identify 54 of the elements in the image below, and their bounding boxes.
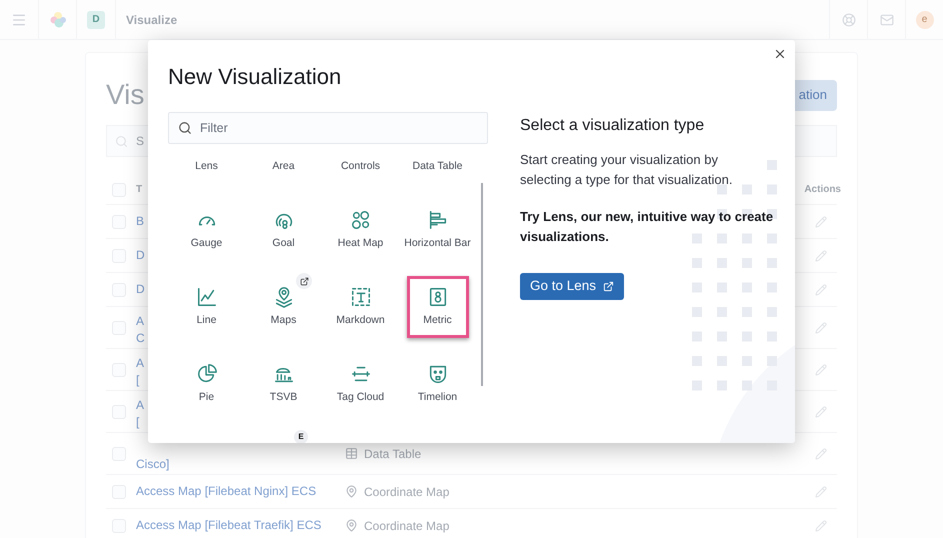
scrollbar[interactable]: [481, 183, 483, 386]
type-label: Coordinate Map: [364, 518, 450, 534]
edit-icon[interactable]: [815, 406, 827, 418]
search-icon: [115, 134, 128, 148]
visualization-type-card[interactable]: Horizontal Bar: [400, 198, 476, 260]
column-header: Actions: [804, 183, 841, 197]
edit-icon[interactable]: [815, 486, 827, 498]
search-placeholder: S: [136, 133, 144, 150]
mail-icon[interactable]: [880, 12, 894, 26]
visualization-type-card[interactable]: Area: [246, 144, 322, 184]
filter-field[interactable]: Filter: [168, 112, 488, 144]
help-icon[interactable]: [842, 12, 856, 26]
visualization-type-card[interactable]: Controls: [322, 144, 398, 184]
pie-chart-icon: [196, 363, 218, 385]
line-chart-icon: [196, 286, 218, 308]
edit-icon[interactable]: [815, 364, 827, 376]
page-heading: Vis: [106, 78, 144, 112]
edit-icon[interactable]: [815, 250, 827, 262]
visualization-type-card[interactable]: Data Table: [400, 144, 476, 184]
visualization-type-card[interactable]: Tag Cloud: [322, 352, 398, 414]
edit-icon[interactable]: [815, 448, 827, 460]
modal-title: New Visualization: [168, 64, 342, 90]
visualization-type-card[interactable]: Line: [168, 276, 244, 338]
type-label: Data Table: [364, 446, 422, 462]
visualization-type-card[interactable]: Markdown: [322, 276, 398, 338]
edit-icon[interactable]: [815, 520, 827, 532]
visualization-type-card[interactable]: Gauge: [168, 198, 244, 260]
logo-icon[interactable]: [48, 10, 66, 28]
visualization-type-card[interactable]: Goal: [246, 198, 322, 260]
go-to-lens-button[interactable]: Go to Lens: [520, 273, 624, 300]
visualization-type-card[interactable]: Pie: [168, 352, 244, 414]
lens-promo-text: Try Lens, our new, intuitive way to create visualizations.: [520, 208, 774, 246]
description-text: Start creating your visualization by selecting a type for that visualization.: [520, 151, 734, 189]
edit-icon[interactable]: [815, 322, 827, 334]
visualization-type-card[interactable]: Heat Map: [322, 198, 398, 260]
edit-icon[interactable]: [815, 216, 827, 228]
edit-icon[interactable]: [815, 284, 827, 296]
visualization-type-card[interactable]: Maps: [246, 276, 322, 338]
page-title: Visualize: [126, 12, 178, 28]
filter-placeholder: Filter: [200, 120, 228, 137]
beta-badge: E: [294, 430, 308, 443]
type-label: Coordinate Map: [364, 484, 450, 500]
external-link-icon: [300, 276, 308, 286]
search-icon: [178, 121, 192, 135]
visualization-type-card[interactable]: Lens: [168, 144, 244, 184]
circles-icon: [350, 209, 372, 231]
menu-icon[interactable]: [11, 12, 27, 28]
close-icon[interactable]: [773, 47, 787, 61]
visualization-type-card[interactable]: TSVB: [246, 352, 322, 414]
text-box-icon: [350, 286, 372, 308]
external-link-icon: [603, 281, 614, 292]
visualization-type-card[interactable]: Timelion: [400, 352, 476, 414]
section-heading: Select a visualization type: [520, 116, 706, 136]
visualization-type-card[interactable]: Metric: [406, 276, 468, 338]
